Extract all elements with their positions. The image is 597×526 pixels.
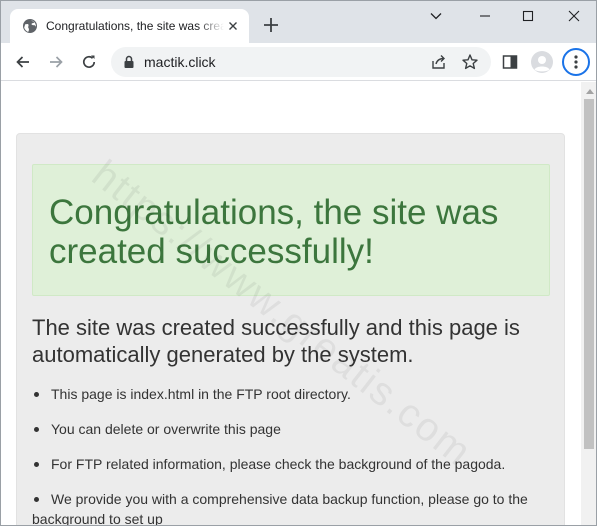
forward-button[interactable] [44,50,68,74]
browser-window: Congratulations, the site was created su… [0,0,597,526]
globe-icon [22,18,38,34]
address-bar[interactable]: mactik.click [111,47,491,77]
back-button[interactable] [11,50,35,74]
maximize-button[interactable] [508,1,548,31]
avatar-icon[interactable] [531,51,553,73]
minimize-icon [480,15,490,17]
reload-icon [83,55,96,68]
scroll-up-arrow-icon[interactable] [581,82,596,99]
info-list: This page is index.html in the FTP root … [32,384,552,525]
close-icon [568,10,580,22]
alert-heading: Congratulations, the site was created su… [49,193,499,271]
vertical-scrollbar[interactable] [581,82,596,525]
share-icon[interactable] [429,52,449,72]
scrollbar-thumb[interactable] [584,99,594,449]
tab-search-dropdown-button[interactable] [416,1,456,31]
star-icon[interactable] [460,52,480,72]
tab-strip: Congratulations, the site was created su… [1,1,596,43]
tab-title: Congratulations, the site was created su… [46,19,224,33]
kebab-menu-icon[interactable] [562,48,590,76]
success-alert: Congratulations, the site was created su… [32,164,550,296]
list-item: You can delete or overwrite this page [32,419,552,439]
list-item: For FTP related information, please chec… [32,454,552,474]
maximize-icon [522,10,534,22]
tab-close-icon[interactable] [225,18,241,34]
browser-toolbar: mactik.click [1,43,596,81]
reload-button[interactable] [77,50,101,74]
chevron-down-icon [430,13,442,20]
page-viewport: Congratulations, the site was created su… [1,82,596,525]
new-tab-button[interactable] [259,13,283,37]
url-text[interactable]: mactik.click [144,54,216,70]
lock-icon[interactable] [121,54,137,70]
content-panel: Congratulations, the site was created su… [16,133,565,525]
minimize-button[interactable] [465,1,505,31]
arrow-left-icon [16,56,29,68]
list-item: We provide you with a comprehensive data… [32,489,552,525]
arrow-right-icon [50,56,63,68]
page-subtitle: The site was created successfully and th… [32,315,520,367]
window-close-button[interactable] [554,1,594,31]
list-item: This page is index.html in the FTP root … [32,384,552,404]
browser-tab[interactable]: Congratulations, the site was created su… [10,9,249,43]
side-panel-icon[interactable] [500,52,520,72]
